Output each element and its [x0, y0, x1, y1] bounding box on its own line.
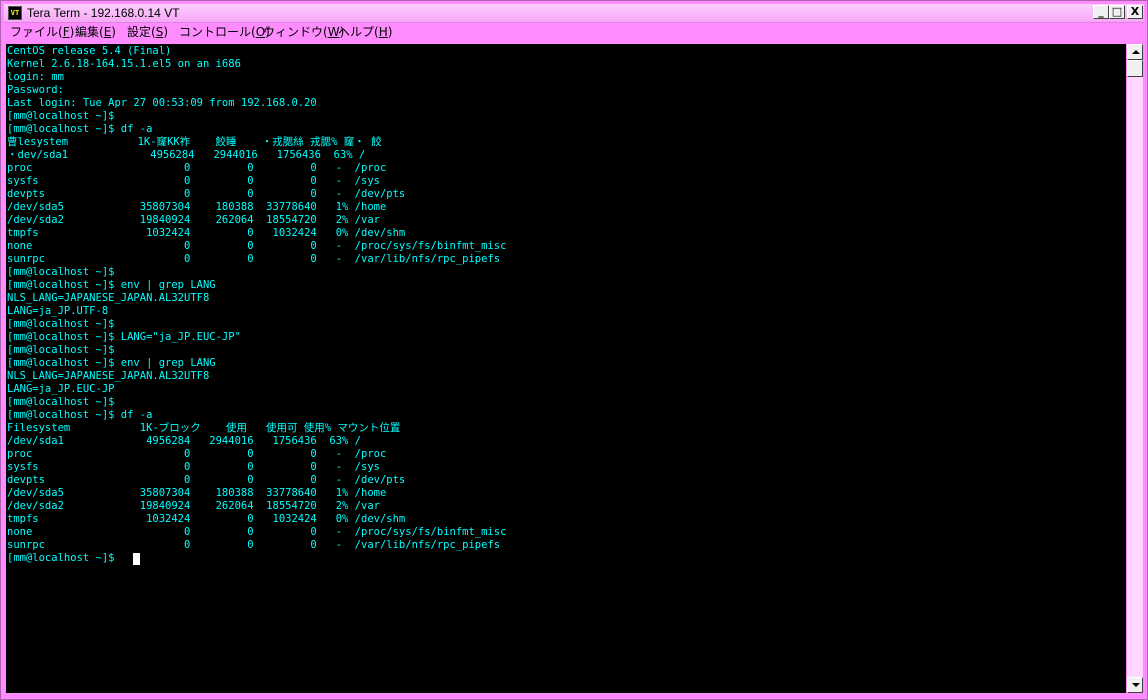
terminal-line: LANG=ja_JP.UTF-8: [7, 305, 109, 317]
terminal-line: sunrpc 0 0 0 - /var/lib/nfs/rpc_pipefs: [7, 539, 501, 551]
terminal-line: sysfs 0 0 0 - /sys: [7, 175, 380, 187]
terminal-line: Last login: Tue Apr 27 00:53:09 from 192…: [7, 97, 317, 109]
terminal-line: Filesystem 1K-ブロック 使用 使用可 使用% マウント位置: [7, 422, 401, 434]
terminal-line: sunrpc 0 0 0 - /var/lib/nfs/rpc_pipefs: [7, 253, 501, 265]
arrow-up-icon: [1132, 50, 1140, 54]
terminal-line: [mm@localhost ~]$: [7, 344, 115, 356]
terminal-line: Password:: [7, 84, 64, 96]
tera-term-window: VT Tera Term - 192.168.0.14 VT _ □ X ファイ…: [0, 0, 1148, 700]
terminal-line: CentOS release 5.4 (Final): [7, 45, 172, 57]
minimize-button[interactable]: _: [1093, 5, 1109, 19]
menu-setup[interactable]: 設定(S): [127, 25, 168, 39]
terminal-line: Kernel 2.6.18-164.15.1.el5 on an i686: [7, 58, 241, 70]
terminal-line: [mm@localhost ~]$ env | grep LANG: [7, 279, 216, 291]
scroll-down-button[interactable]: [1127, 677, 1143, 693]
scroll-up-button[interactable]: [1127, 44, 1143, 60]
menu-bar: ファイル(F) 編集(E) 設定(S) コントロール(O) ウィンドウ(W) ヘ…: [4, 23, 1144, 41]
maximize-button[interactable]: □: [1109, 5, 1125, 19]
terminal-line: /dev/sda5 35807304 180388 33778640 1% /h…: [7, 487, 387, 499]
tera-term-app-icon[interactable]: VT: [8, 6, 22, 20]
menu-help[interactable]: ヘルプ(H): [338, 25, 392, 39]
terminal-line: devpts 0 0 0 - /dev/pts: [7, 188, 406, 200]
terminal-line: [mm@localhost ~]$ df -a: [7, 123, 153, 135]
close-button[interactable]: X: [1127, 5, 1143, 19]
terminal-line: [mm@localhost ~]$: [7, 396, 115, 408]
scroll-thumb[interactable]: [1127, 60, 1143, 77]
terminal-line: /dev/sda2 19840924 262064 18554720 2% /v…: [7, 214, 380, 226]
terminal-line: [mm@localhost ~]$ df -a: [7, 409, 153, 421]
menu-edit[interactable]: 編集(E): [75, 25, 116, 39]
terminal-line: /dev/sda5 35807304 180388 33778640 1% /h…: [7, 201, 387, 213]
terminal-line: proc 0 0 0 - /proc: [7, 448, 387, 460]
terminal-line: ・dev/sda1 4956284 2944016 1756436 63% /: [7, 149, 366, 161]
menu-window[interactable]: ウィンドウ(W): [263, 25, 344, 39]
terminal-line: login: mm: [7, 71, 64, 83]
resize-corner: [1127, 693, 1143, 699]
terminal-line: /dev/sda1 4956284 2944016 1756436 63% /: [7, 435, 362, 447]
terminal-line: 曹lesystem 1K-窿KK祚 餃睡 ・戎腮絲 戎腮% 窿・ 餃: [7, 136, 382, 148]
terminal-line: tmpfs 1032424 0 1032424 0% /dev/shm: [7, 227, 406, 239]
terminal-cursor: [133, 553, 140, 565]
terminal-line: NLS_LANG=JAPANESE_JAPAN.AL32UTF8: [7, 292, 210, 304]
menu-control[interactable]: コントロール(O): [179, 25, 270, 39]
arrow-down-icon: [1132, 683, 1140, 687]
terminal-line: sysfs 0 0 0 - /sys: [7, 461, 380, 473]
window-title: Tera Term - 192.168.0.14 VT: [27, 6, 180, 20]
terminal-screen[interactable]: CentOS release 5.4 (Final) Kernel 2.6.18-…: [6, 44, 1126, 693]
terminal-line: [mm@localhost ~]$: [7, 266, 115, 278]
terminal-line: devpts 0 0 0 - /dev/pts: [7, 474, 406, 486]
terminal-line: none 0 0 0 - /proc/sys/fs/binfmt_misc: [7, 240, 507, 252]
terminal-line: NLS_LANG=JAPANESE_JAPAN.AL32UTF8: [7, 370, 210, 382]
terminal-line: /dev/sda2 19840924 262064 18554720 2% /v…: [7, 500, 380, 512]
terminal-line: [mm@localhost ~]$ env | grep LANG: [7, 357, 216, 369]
vertical-scrollbar[interactable]: [1127, 44, 1143, 693]
terminal-line: none 0 0 0 - /proc/sys/fs/binfmt_misc: [7, 526, 507, 538]
terminal-line: LANG=ja_JP.EUC-JP: [7, 383, 115, 395]
terminal-line: tmpfs 1032424 0 1032424 0% /dev/shm: [7, 513, 406, 525]
terminal-line: [mm@localhost ~]$ LANG="ja_JP.EUC-JP": [7, 331, 241, 343]
terminal-line: [mm@localhost ~]$: [7, 552, 121, 564]
title-bar[interactable]: VT Tera Term - 192.168.0.14 VT _ □ X: [4, 4, 1144, 23]
menu-file[interactable]: ファイル(F): [10, 25, 74, 39]
terminal-line: [mm@localhost ~]$: [7, 110, 115, 122]
terminal-line: proc 0 0 0 - /proc: [7, 162, 387, 174]
terminal-line: [mm@localhost ~]$: [7, 318, 115, 330]
